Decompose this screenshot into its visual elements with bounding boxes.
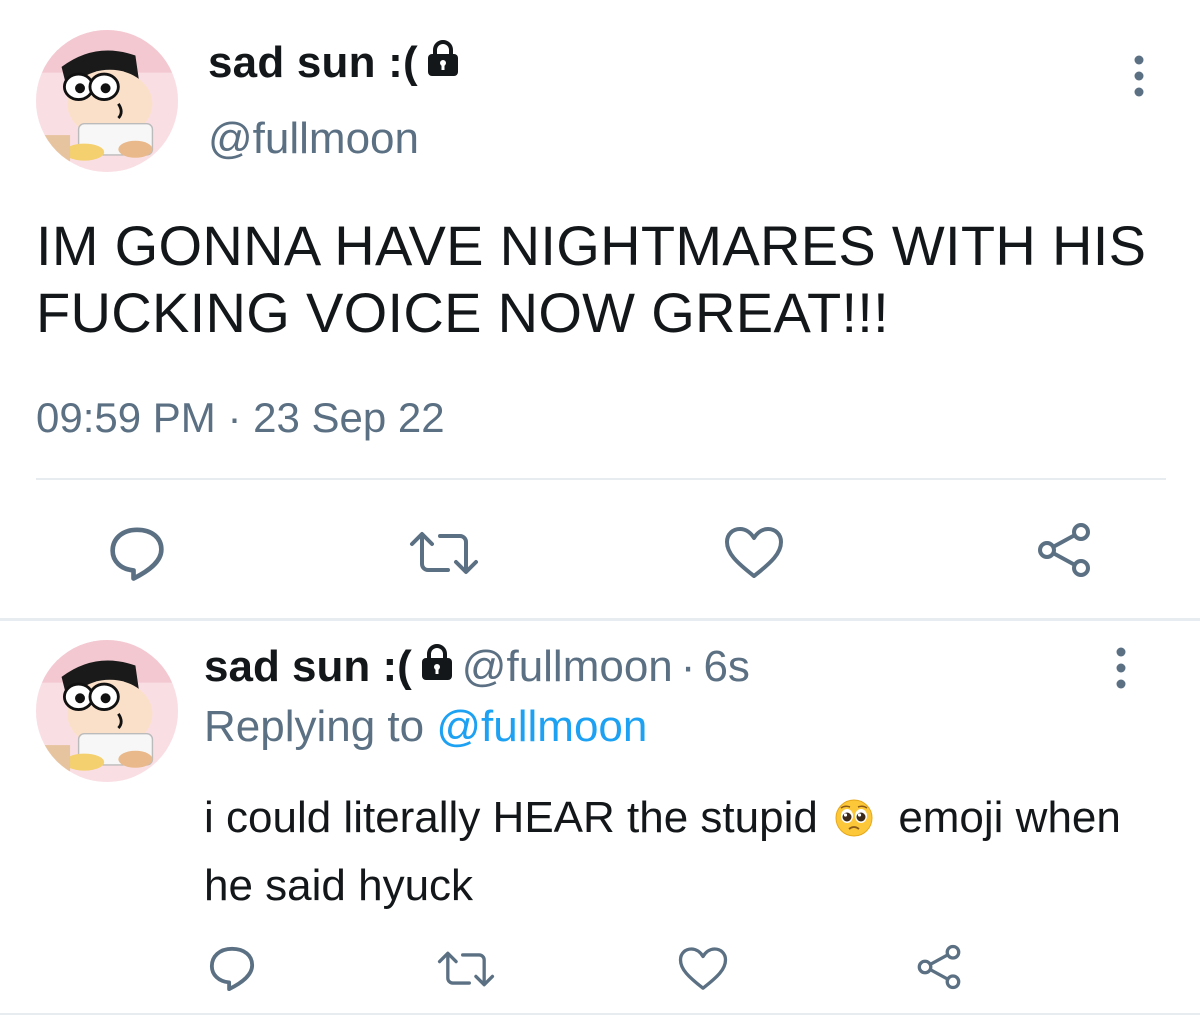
reply-icon[interactable] xyxy=(208,944,256,992)
avatar-image xyxy=(36,640,178,782)
divider xyxy=(0,618,1200,621)
reply-icon[interactable] xyxy=(108,524,166,582)
retweet-icon[interactable] xyxy=(436,950,496,988)
divider xyxy=(0,1013,1200,1015)
tweet-text-part: i could literally HEAR the stupid xyxy=(204,793,818,842)
pleading-face-emoji-icon xyxy=(834,798,874,838)
avatar-image xyxy=(36,30,178,172)
retweet-icon[interactable] xyxy=(408,530,480,576)
share-icon[interactable] xyxy=(1036,522,1092,578)
display-name-text: sad sun :( xyxy=(208,38,418,87)
handle[interactable]: @fullmoon xyxy=(462,642,673,692)
tweet-text: IM GONNA HAVE NIGHTMARES WITH HIS FUCKIN… xyxy=(36,214,1147,344)
display-name[interactable]: sad sun :( xyxy=(208,38,460,88)
lock-icon xyxy=(420,642,454,692)
like-icon[interactable] xyxy=(724,526,784,580)
lock-icon xyxy=(426,38,460,88)
more-options-icon[interactable] xyxy=(1106,646,1136,690)
more-options-icon[interactable] xyxy=(1124,54,1154,98)
tweet-age[interactable]: 6s xyxy=(703,642,749,692)
display-name[interactable]: sad sun :( xyxy=(204,642,412,692)
divider xyxy=(36,478,1166,480)
handle[interactable]: @fullmoon xyxy=(208,114,419,164)
like-icon[interactable] xyxy=(678,946,728,992)
reply-header: sad sun :( @fullmoon · 6s xyxy=(204,642,750,692)
replying-to: Replying to @fullmoon xyxy=(204,702,647,752)
replying-prefix: Replying to xyxy=(204,702,425,751)
tweet-text: i could literally HEAR the stupid emoji … xyxy=(204,784,1164,920)
avatar[interactable] xyxy=(36,640,178,782)
share-icon[interactable] xyxy=(916,944,962,990)
separator: · xyxy=(680,642,696,691)
replying-to-link[interactable]: @fullmoon xyxy=(436,702,647,751)
tweet-timestamp[interactable]: 09:59 PM · 23 Sep 22 xyxy=(36,394,445,442)
avatar[interactable] xyxy=(36,30,178,172)
